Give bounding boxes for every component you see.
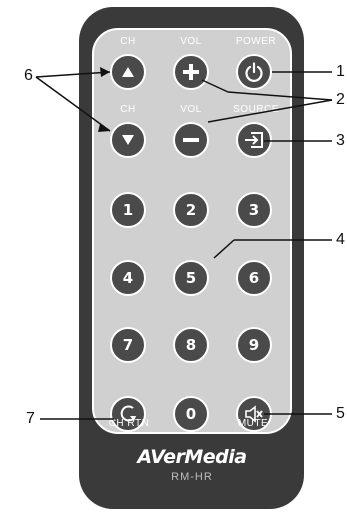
callout-3: 3 — [336, 132, 345, 149]
callout-6-arrowhead-b — [98, 124, 110, 132]
callout-6-arrowhead-a — [100, 67, 110, 77]
callout-4-line-a — [213, 239, 235, 259]
callout-7: 7 — [26, 410, 35, 427]
remote-diagram: CH VOL POWER CH VOL SOURCE 1 2 3 4 5 6 7… — [0, 0, 347, 514]
callout-6: 6 — [24, 67, 33, 84]
callout-2: 2 — [336, 91, 345, 108]
callout-1: 1 — [336, 63, 345, 80]
callout-2-line-b — [227, 91, 333, 101]
callout-2-line-c — [207, 99, 333, 123]
callout-4: 4 — [336, 231, 345, 248]
callout-6-line-b — [35, 76, 111, 132]
callout-5: 5 — [336, 405, 345, 422]
callout-6-line-a — [35, 71, 111, 78]
callout-2-line-a — [201, 79, 229, 93]
callout-leader-lines — [35, 67, 333, 420]
